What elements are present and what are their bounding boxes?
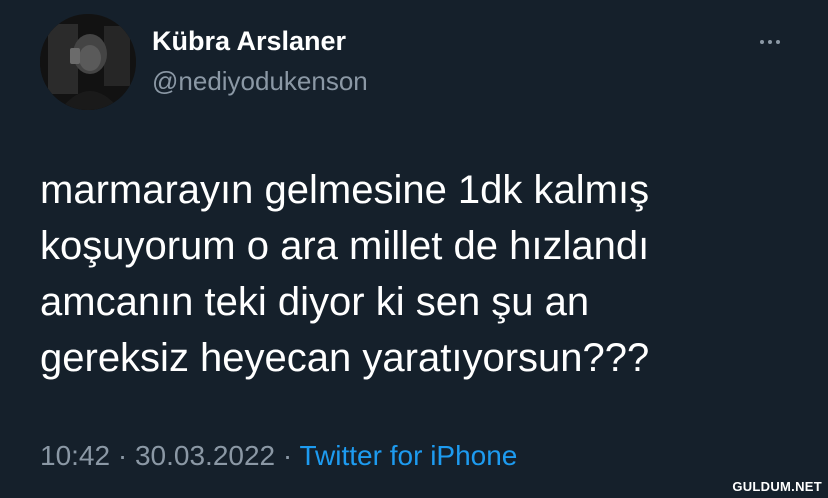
tweet-meta: 10:42 · 30.03.2022 · Twitter for iPhone bbox=[40, 440, 517, 472]
avatar[interactable] bbox=[40, 14, 136, 110]
tweet-date[interactable]: 30.03.2022 bbox=[135, 440, 275, 471]
tweet-card: Kübra Arslaner @nediyodukenson marmarayı… bbox=[0, 0, 828, 498]
user-handle[interactable]: @nediyodukenson bbox=[152, 66, 368, 97]
avatar-photo bbox=[40, 14, 136, 110]
more-horizontal-icon bbox=[760, 40, 764, 44]
display-name[interactable]: Kübra Arslaner bbox=[152, 26, 346, 57]
meta-separator: · bbox=[282, 440, 300, 471]
tweet-line: marmarayın gelmesine 1dk kalmış bbox=[40, 168, 650, 212]
more-horizontal-icon-dot bbox=[768, 40, 772, 44]
more-options-button[interactable] bbox=[750, 30, 790, 54]
more-horizontal-icon-dot bbox=[776, 40, 780, 44]
watermark: GULDUM.NET bbox=[732, 479, 822, 494]
tweet-line: amcanın teki diyor ki sen şu an bbox=[40, 280, 590, 324]
tweet-time[interactable]: 10:42 bbox=[40, 440, 110, 471]
tweet-text: marmarayın gelmesine 1dk kalmış koşuyoru… bbox=[40, 162, 800, 386]
tweet-source-link[interactable]: Twitter for iPhone bbox=[300, 440, 518, 471]
tweet-line: gereksiz heyecan yaratıyorsun??? bbox=[40, 336, 650, 380]
tweet-line: koşuyorum o ara millet de hızlandı bbox=[40, 224, 650, 268]
meta-separator: · bbox=[117, 440, 135, 471]
